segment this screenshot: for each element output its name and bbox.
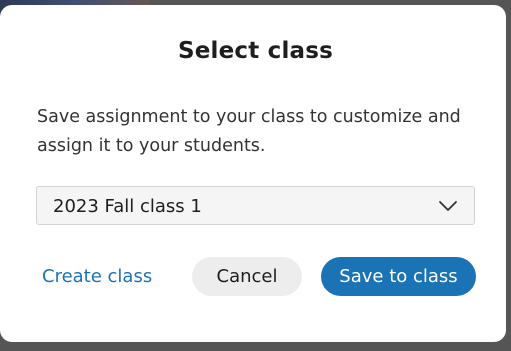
cancel-button[interactable]: Cancel	[192, 257, 302, 296]
class-select-value: 2023 Fall class 1	[53, 196, 202, 217]
create-class-link[interactable]: Create class	[42, 266, 152, 287]
dialog-title: Select class	[177, 38, 334, 64]
save-to-class-button[interactable]: Save to class	[321, 257, 476, 296]
chevron-down-icon	[439, 201, 457, 211]
class-select[interactable]: 2023 Fall class 1	[36, 186, 475, 225]
dialog-description: Save assignment to your class to customi…	[37, 107, 461, 156]
